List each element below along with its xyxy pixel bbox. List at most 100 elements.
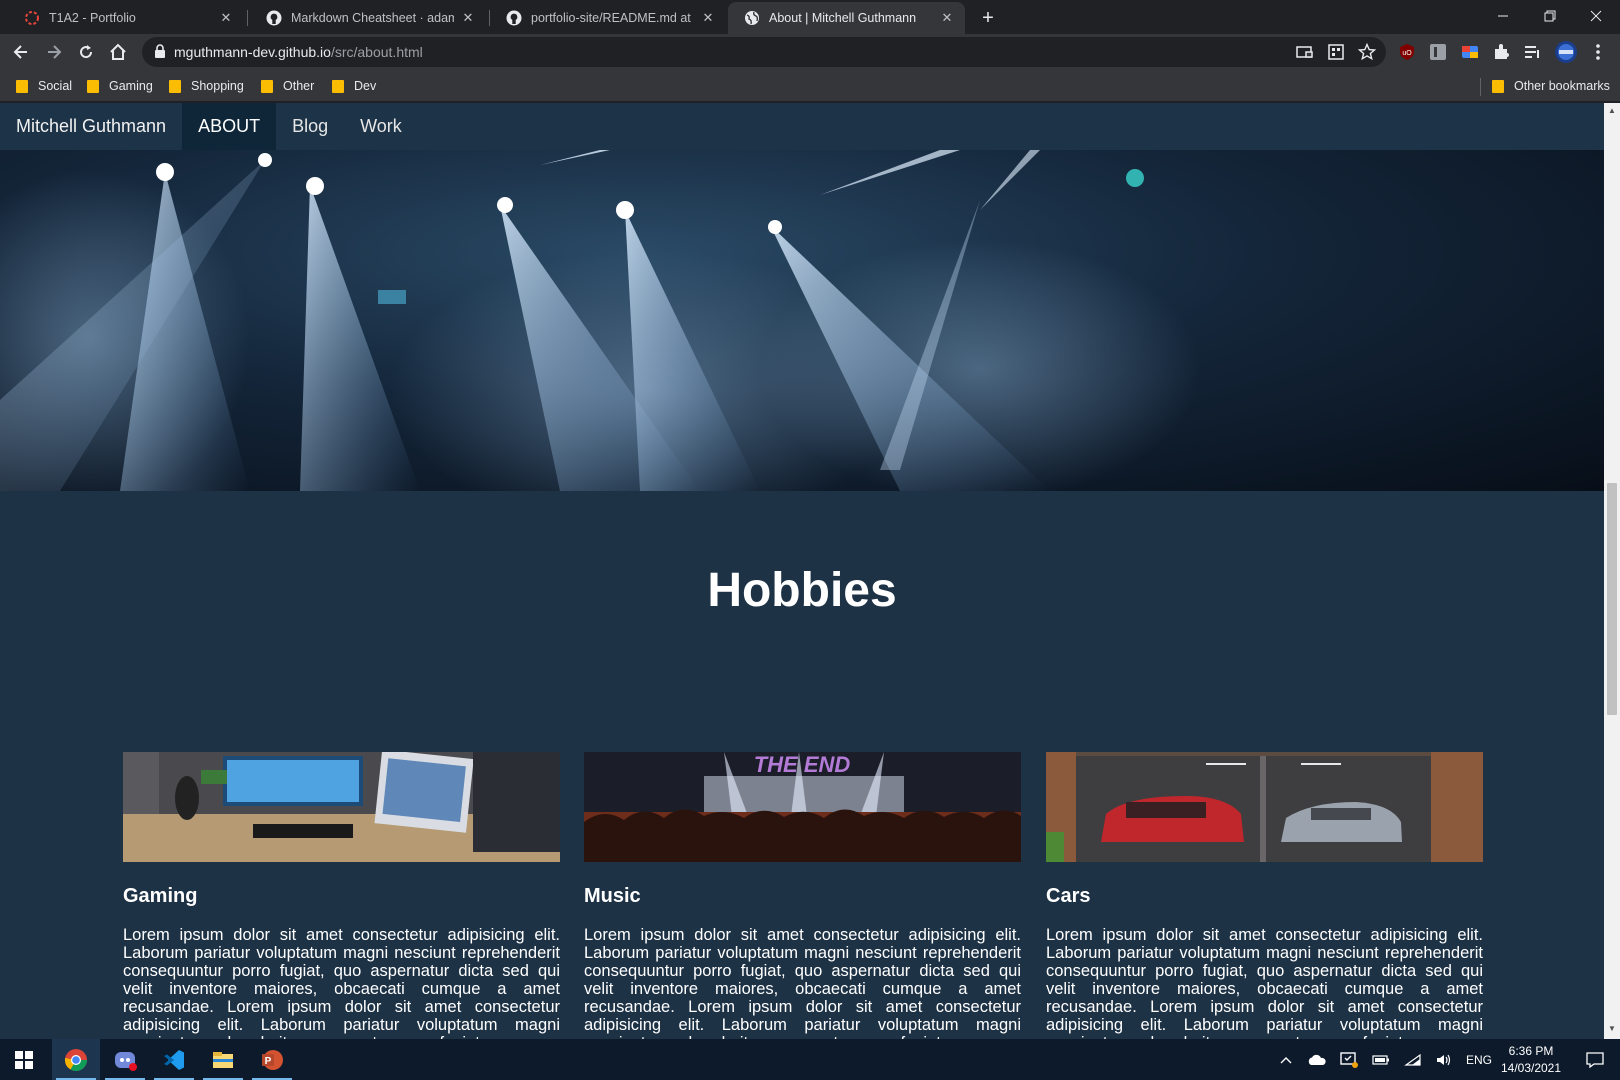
ublock-icon[interactable]: uO	[1397, 42, 1417, 62]
concert-crowd-image: THE END	[584, 752, 1021, 862]
close-icon[interactable]: ✕	[460, 10, 476, 26]
clock-date: 14/03/2021	[1500, 1061, 1562, 1075]
arrow-right-icon	[48, 45, 62, 59]
url-path: /src/about.html	[330, 44, 423, 60]
puzzle-extensions-icon[interactable]	[1491, 42, 1511, 62]
close-icon[interactable]: ✕	[939, 10, 955, 26]
bookmark-dev[interactable]: Dev	[332, 77, 376, 95]
taskbar-chrome[interactable]	[52, 1039, 100, 1080]
bookmark-label: Other bookmarks	[1514, 79, 1610, 93]
media-playlist-icon[interactable]	[1522, 42, 1542, 62]
bookmark-label: Dev	[354, 79, 377, 93]
stage-lights-illustration	[0, 150, 1200, 491]
hobby-card-gaming: Gaming Lorem ipsum dolor sit amet consec…	[123, 752, 560, 1039]
bookmark-social[interactable]: Social	[16, 77, 72, 95]
hero-concert-lights-image	[0, 150, 1604, 491]
taskbar-file-explorer[interactable]	[199, 1039, 247, 1080]
bookmarks-separator	[1480, 78, 1481, 96]
color-picker-icon[interactable]	[1460, 42, 1480, 62]
volume-tray[interactable]	[1431, 1039, 1459, 1080]
close-icon	[1590, 10, 1602, 22]
wifi-tray[interactable]	[1399, 1039, 1427, 1080]
scroll-down-icon[interactable]: ▼	[1608, 1025, 1616, 1033]
chevron-up-icon	[1280, 1056, 1292, 1063]
hobby-description: Lorem ipsum dolor sit amet consectetur a…	[584, 926, 1021, 1039]
security-monitor-icon	[1340, 1051, 1358, 1068]
chrome-icon	[65, 1048, 87, 1071]
restore-icon	[1544, 10, 1556, 22]
tab-about-active[interactable]: About | Mitchell Guthmann ✕	[728, 2, 965, 34]
battery-tray[interactable]	[1367, 1039, 1395, 1080]
windows-start-button[interactable]	[0, 1039, 48, 1080]
reload-button[interactable]	[72, 38, 100, 66]
restore-button[interactable]	[1527, 0, 1573, 32]
forward-button[interactable]	[40, 38, 68, 66]
onedrive-cloud-icon	[1308, 1054, 1326, 1065]
page-viewport: Mitchell Guthmann ABOUT Blog Work Hobbie…	[0, 103, 1604, 1039]
battery-icon	[1372, 1054, 1389, 1065]
github-icon	[266, 10, 282, 26]
bookmark-label: Shopping	[191, 79, 244, 93]
taskbar-vscode[interactable]	[150, 1039, 198, 1080]
bookmarks-bar: Social Gaming Shopping Other Dev Other b…	[0, 70, 1620, 102]
bookmark-gaming[interactable]: Gaming	[87, 77, 153, 95]
tab-markdown-cheatsheet[interactable]: Markdown Cheatsheet · adam-p/ ✕	[250, 2, 486, 34]
tab-readme[interactable]: portfolio-site/README.md at ma ✕	[490, 2, 726, 34]
extension-tile-icon[interactable]	[1428, 42, 1448, 62]
tab-t1a2[interactable]: T1A2 - Portfolio ✕	[8, 2, 244, 34]
action-center-button[interactable]	[1578, 1039, 1612, 1080]
taskbar-clock[interactable]: 6:36 PM 14/03/2021	[1490, 1043, 1572, 1077]
notification-icon	[1586, 1051, 1604, 1068]
profile-avatar-icon[interactable]	[1554, 41, 1578, 63]
hobby-title: Music	[584, 885, 641, 907]
page-scrollbar[interactable]: ▲ ▼	[1604, 103, 1620, 1039]
folder-icon	[169, 79, 181, 93]
url-host: mguthmann-dev.github.io	[174, 44, 331, 60]
nav-link-about[interactable]: ABOUT	[182, 103, 277, 150]
onedrive-tray[interactable]	[1303, 1039, 1331, 1080]
close-icon[interactable]: ✕	[218, 10, 234, 26]
tab-separator	[247, 10, 248, 26]
circle-spinner-icon	[25, 11, 39, 25]
site-navbar: Mitchell Guthmann ABOUT Blog Work	[0, 103, 1604, 150]
nav-link-work[interactable]: Work	[344, 103, 418, 150]
scroll-up-icon[interactable]: ▲	[1608, 107, 1616, 115]
windows-start-icon	[15, 1050, 33, 1069]
hobby-description: Lorem ipsum dolor sit amet consectetur a…	[123, 926, 560, 1039]
back-button[interactable]	[7, 38, 35, 66]
cast-icon[interactable]	[1295, 43, 1313, 61]
tab-title: T1A2 - Portfolio	[49, 11, 136, 25]
nav-link-blog[interactable]: Blog	[276, 103, 344, 150]
url-text: mguthmann-dev.github.io/src/about.html	[174, 44, 423, 60]
github-icon	[506, 10, 522, 26]
defender-tray[interactable]	[1335, 1039, 1363, 1080]
hobby-card-cars: Cars Lorem ipsum dolor sit amet consecte…	[1046, 752, 1483, 1039]
show-hidden-icons-button[interactable]	[1274, 1039, 1298, 1080]
svg-text:P: P	[265, 1056, 272, 1067]
garage-cars-image	[1046, 752, 1483, 862]
close-window-button[interactable]	[1573, 0, 1619, 32]
close-icon[interactable]: ✕	[700, 10, 716, 26]
svg-text:uO: uO	[1402, 50, 1412, 57]
address-bar[interactable]: mguthmann-dev.github.io/src/about.html	[142, 37, 1386, 67]
speaker-icon	[1437, 1054, 1451, 1065]
bookmark-other-bookmarks[interactable]: Other bookmarks	[1492, 77, 1610, 95]
tab-title: portfolio-site/README.md at ma	[531, 11, 694, 25]
folder-icon	[261, 79, 273, 93]
arrow-left-icon	[13, 45, 27, 59]
bookmark-shopping[interactable]: Shopping	[169, 77, 244, 95]
taskbar-powerpoint[interactable]: P	[248, 1039, 296, 1080]
star-icon[interactable]	[1358, 43, 1376, 61]
site-brand-link[interactable]: Mitchell Guthmann	[0, 103, 182, 150]
new-tab-button[interactable]: +	[976, 6, 1000, 30]
taskbar-discord[interactable]	[101, 1039, 149, 1080]
bookmark-label: Social	[38, 79, 73, 93]
tab-title: Markdown Cheatsheet · adam-p/	[291, 11, 454, 25]
scrollbar-thumb[interactable]	[1607, 483, 1617, 715]
clock-time: 6:36 PM	[1508, 1044, 1554, 1058]
minimize-button[interactable]	[1480, 0, 1526, 32]
qr-code-icon[interactable]	[1327, 43, 1345, 61]
home-button[interactable]	[104, 38, 132, 66]
bookmark-other[interactable]: Other	[261, 77, 314, 95]
menu-kebab-icon[interactable]	[1588, 42, 1608, 62]
